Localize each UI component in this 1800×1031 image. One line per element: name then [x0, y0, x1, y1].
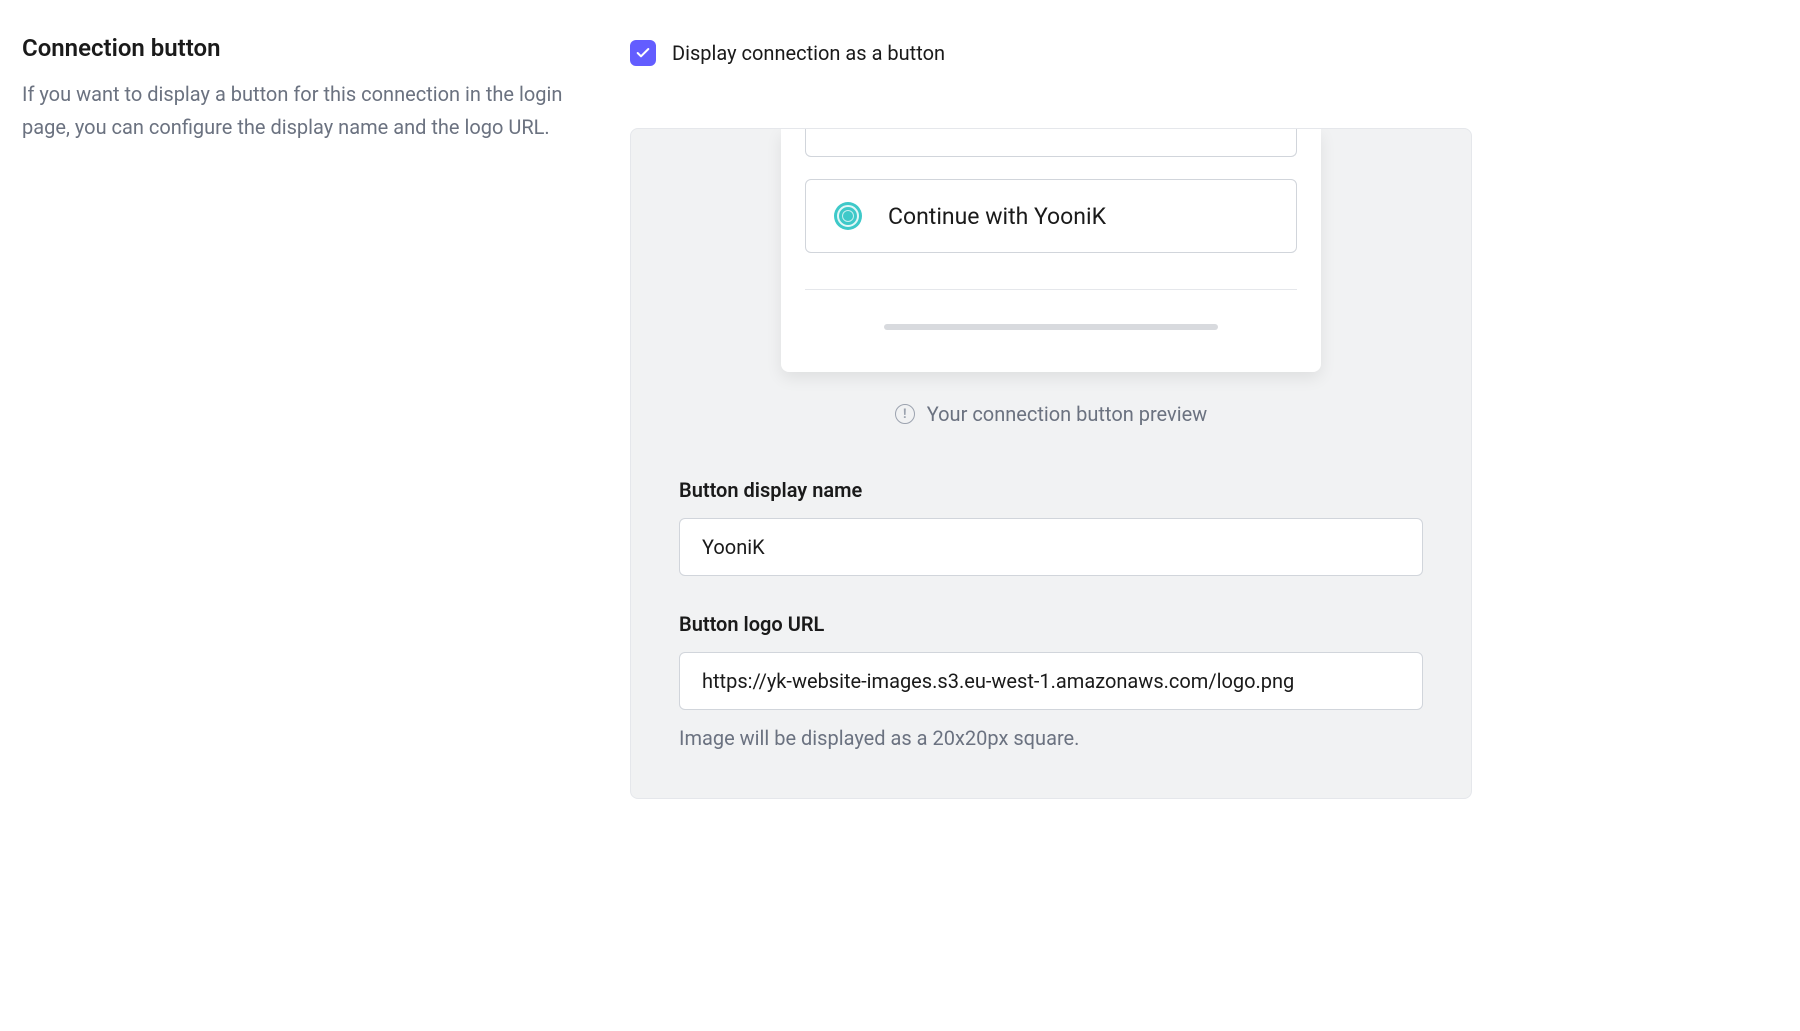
section-title: Connection button [22, 34, 582, 62]
button-display-name-input[interactable] [679, 518, 1423, 576]
section-controls: Display connection as a button Continue … [630, 30, 1472, 799]
preview-placeholder-bar [884, 324, 1219, 330]
button-logo-url-label: Button logo URL [679, 612, 1423, 636]
preview-panel: Continue with YooniK ! Your connection b… [630, 128, 1472, 799]
provider-logo-icon [834, 202, 862, 230]
preview-caption-text: Your connection button preview [927, 402, 1207, 426]
info-icon: ! [895, 404, 915, 424]
preview-caption: ! Your connection button preview [679, 402, 1423, 426]
section-description: If you want to display a button for this… [22, 78, 582, 144]
preview-input-stub [805, 129, 1297, 157]
preview-card: Continue with YooniK [781, 129, 1321, 372]
display-as-button-checkbox[interactable] [630, 40, 656, 66]
button-logo-url-input[interactable] [679, 652, 1423, 710]
continue-button-label: Continue with YooniK [888, 203, 1106, 230]
button-display-name-label: Button display name [679, 478, 1423, 502]
continue-with-provider-button[interactable]: Continue with YooniK [805, 179, 1297, 253]
section-info: Connection button If you want to display… [22, 30, 582, 799]
button-logo-url-help: Image will be displayed as a 20x20px squ… [679, 726, 1423, 750]
display-as-button-row: Display connection as a button [630, 30, 1472, 66]
preview-divider [805, 289, 1297, 330]
button-logo-url-field: Button logo URL Image will be displayed … [679, 612, 1423, 750]
check-icon [635, 45, 651, 61]
button-display-name-field: Button display name [679, 478, 1423, 576]
display-as-button-label[interactable]: Display connection as a button [672, 41, 945, 65]
